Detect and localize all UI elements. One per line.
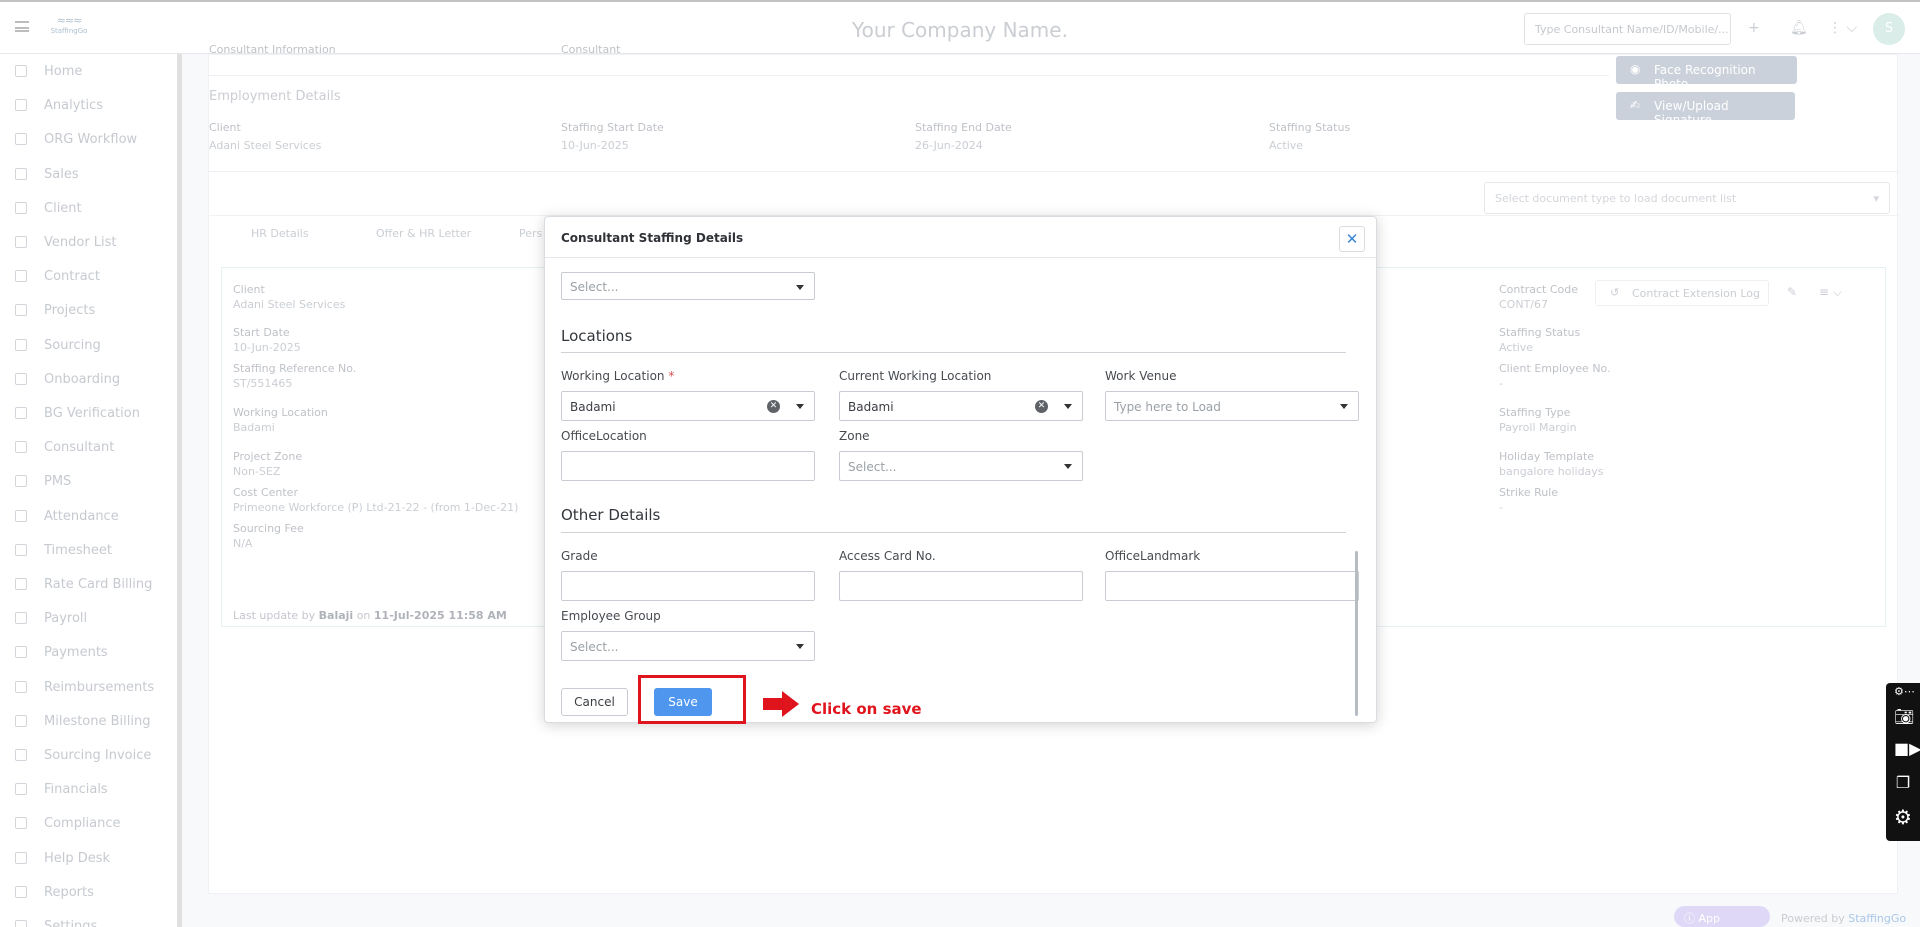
modal-title: Consultant Staffing Details (561, 231, 744, 245)
close-icon[interactable]: ✕ (1339, 226, 1365, 252)
caret-down-icon (1340, 404, 1348, 409)
modal-header: Consultant Staffing Details ✕ (545, 217, 1376, 258)
working-location-label: Working Location * (561, 369, 675, 383)
current-working-location-label: Current Working Location (839, 369, 992, 383)
access-card-input[interactable] (839, 571, 1083, 601)
caret-down-icon (796, 644, 804, 649)
arrow-right-icon (763, 691, 799, 717)
clear-icon[interactable]: ✕ (767, 400, 780, 413)
app-support-button[interactable]: ⓘ App support (1674, 906, 1770, 927)
powered-by: Powered by StaffingGo (1781, 912, 1907, 925)
grade-label: Grade (561, 549, 598, 563)
employee-group-select[interactable]: Select... (561, 631, 815, 661)
office-landmark-input[interactable] (1105, 571, 1359, 601)
office-location-label: OfficeLocation (561, 429, 647, 443)
office-landmark-label: OfficeLandmark (1105, 549, 1201, 563)
camera-icon[interactable]: 📷︎ (1894, 707, 1914, 726)
caret-down-icon (796, 404, 804, 409)
callout-text: Click on save (811, 700, 922, 718)
caret-down-icon (1064, 464, 1072, 469)
help-circle-icon: ⓘ (1684, 912, 1695, 925)
locations-title: Locations (561, 327, 633, 345)
gear-icon[interactable]: ⚙ (1894, 805, 1912, 829)
current-working-location-select[interactable]: Badami ✕ (839, 391, 1083, 421)
brand-link[interactable]: StaffingGo (1848, 912, 1906, 925)
recorder-menu-icon[interactable]: ⚙⋯ (1894, 685, 1915, 698)
employee-group-label: Employee Group (561, 609, 661, 623)
work-venue-label: Work Venue (1105, 369, 1177, 383)
recorder-toolbar: ⚙⋯ 📷︎ ■▶ ❐ ⚙ (1886, 683, 1920, 841)
other-details-title: Other Details (561, 506, 661, 524)
office-location-input[interactable] (561, 451, 815, 481)
top-select[interactable]: Select... (561, 272, 815, 300)
working-location-select[interactable]: Badami ✕ (561, 391, 815, 421)
clear-icon[interactable]: ✕ (1035, 400, 1048, 413)
staffing-details-modal: Consultant Staffing Details ✕ Select... … (544, 216, 1377, 723)
cancel-button[interactable]: Cancel (561, 688, 628, 716)
work-venue-select[interactable]: Type here to Load (1105, 391, 1359, 421)
zone-select[interactable]: Select... (839, 451, 1083, 481)
video-icon[interactable]: ■▶ (1894, 739, 1920, 758)
save-highlight-box (638, 675, 746, 724)
zone-label: Zone (839, 429, 870, 443)
access-card-label: Access Card No. (839, 549, 936, 563)
modal-scrollbar[interactable] (1355, 551, 1358, 716)
grade-input[interactable] (561, 571, 815, 601)
caret-down-icon (796, 285, 804, 290)
window-icon[interactable]: ❐ (1894, 773, 1912, 792)
caret-down-icon (1064, 404, 1072, 409)
